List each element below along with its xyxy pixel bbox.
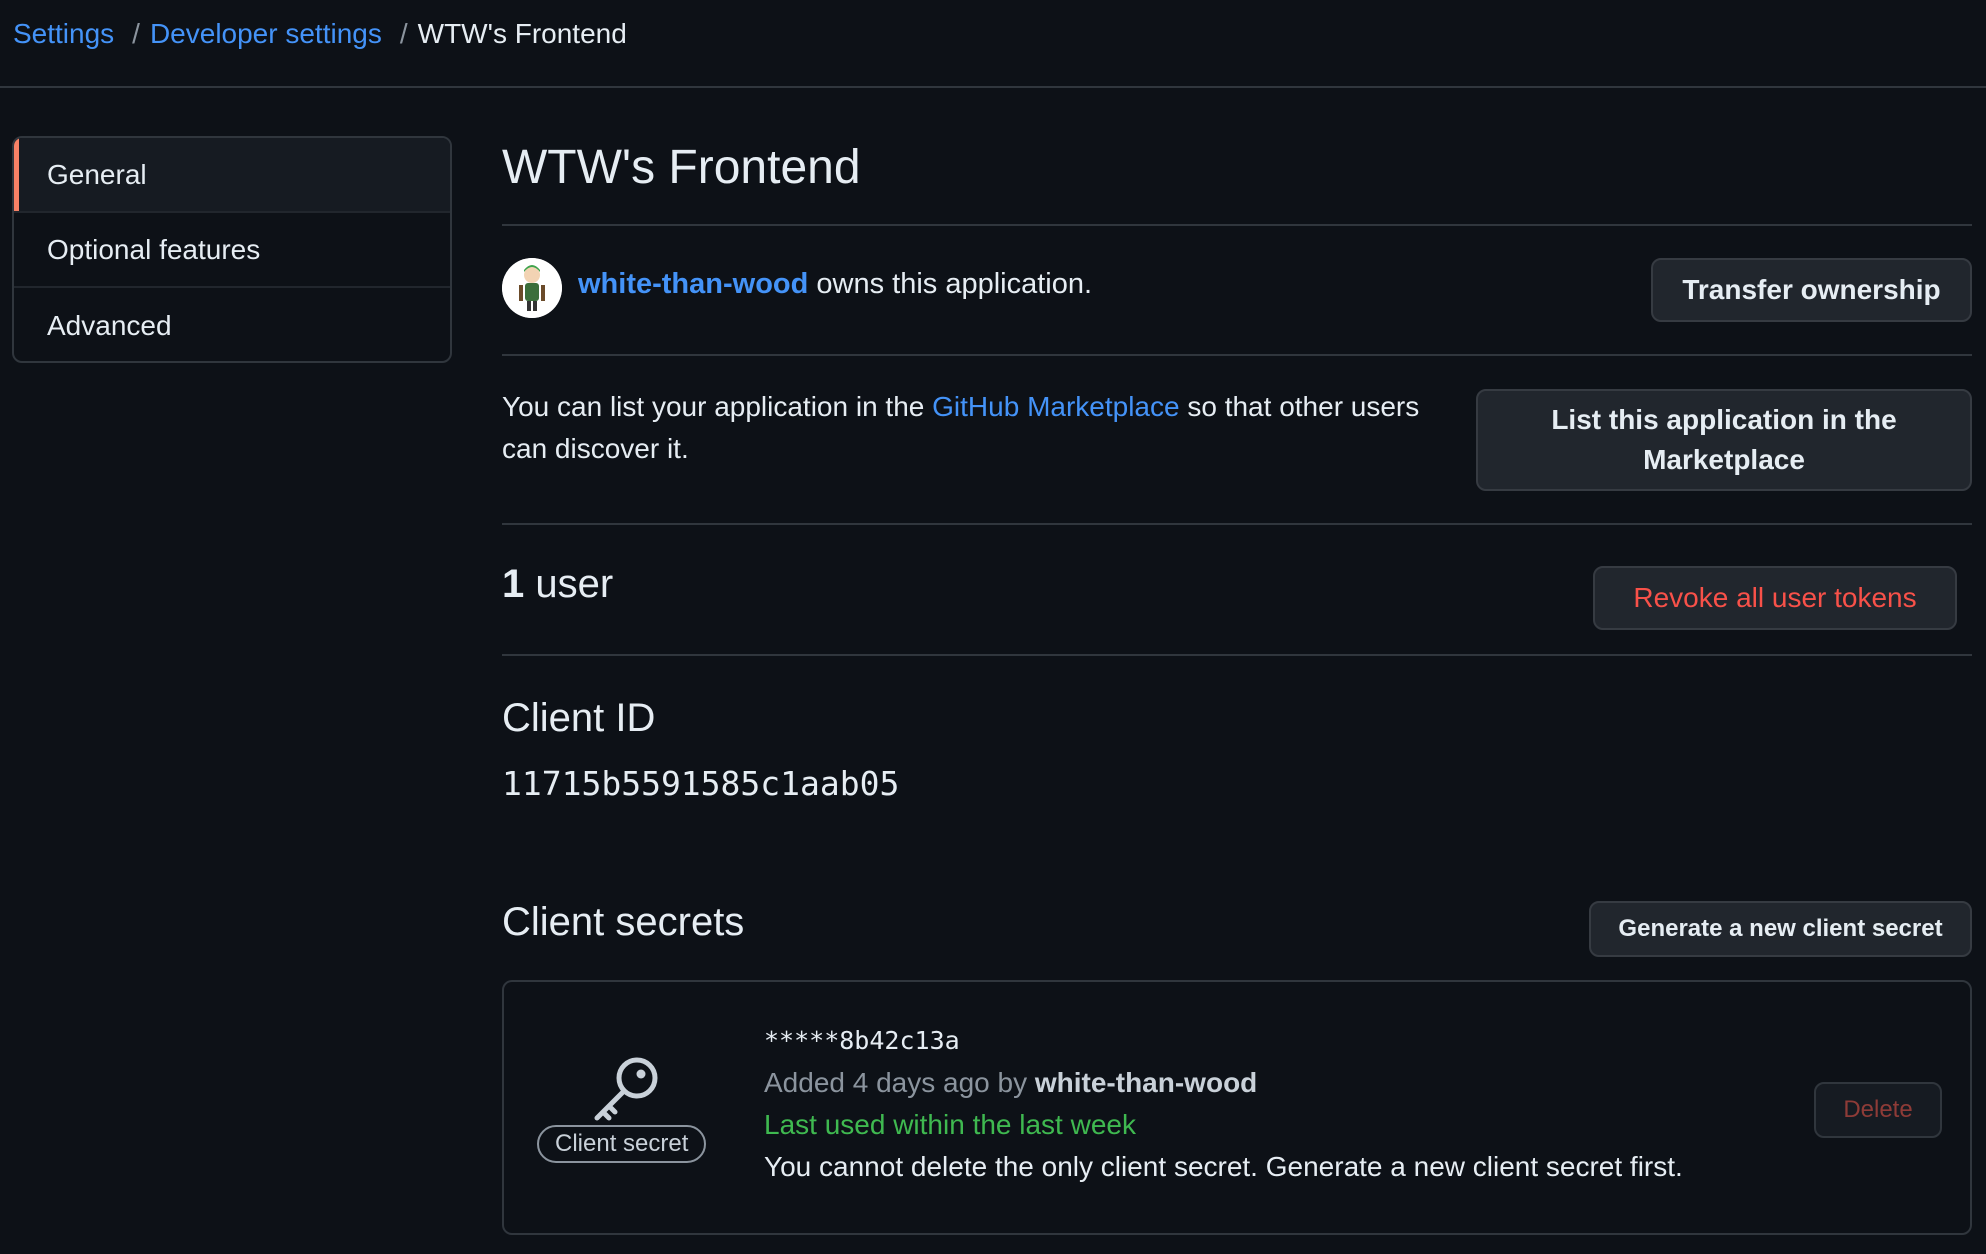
sidebar-item-optional-features[interactable]: Optional features [14,213,450,288]
client-secret-details: *****8b42c13a Added 4 days ago by white-… [764,1020,1683,1188]
breadcrumb-separator: / [399,18,408,49]
client-id-value: 11715b5591585c1aab05 [502,764,900,803]
client-secret-masked-value: *****8b42c13a [764,1026,960,1055]
divider [502,354,1972,356]
client-secret-added: Added 4 days ago by white-than-wood [764,1062,1683,1104]
client-secrets-heading: Client secrets [502,900,745,944]
generate-client-secret-button[interactable]: Generate a new client secret [1589,901,1972,957]
breadcrumb-developer-settings-link[interactable]: Developer settings [150,18,382,50]
client-id-heading: Client ID [502,696,656,740]
sidebar-item-advanced[interactable]: Advanced [14,288,450,361]
owner-link[interactable]: white-than-wood [578,268,808,300]
added-prefix: Added 4 days ago by [764,1067,1035,1098]
divider [502,654,1972,656]
header-divider [0,86,1986,88]
client-secret-warning: You cannot delete the only client secret… [764,1151,1683,1182]
settings-sidebar: General Optional features Advanced [12,136,452,363]
client-secret-card: Client secret *****8b42c13a Added 4 days… [502,980,1972,1235]
client-secret-badge: Client secret [537,1125,707,1163]
owner-suffix: owns this application. [808,268,1093,300]
user-count-label: user [524,562,614,606]
user-count: 1 user [502,562,613,607]
github-marketplace-link[interactable]: GitHub Marketplace [932,391,1179,422]
revoke-all-tokens-button[interactable]: Revoke all user tokens [1593,566,1957,630]
divider [502,523,1972,525]
transfer-ownership-button[interactable]: Transfer ownership [1651,258,1972,322]
list-in-marketplace-button[interactable]: List this application in the Marketplace [1476,389,1972,491]
marketplace-text-before: You can list your application in the [502,391,933,422]
marketplace-text: You can list your application in the Git… [502,386,1472,470]
breadcrumb-current: WTW's Frontend [417,18,627,49]
key-icon [594,1057,658,1121]
client-secret-last-used: Last used within the last week [764,1109,1136,1140]
added-by-user: white-than-wood [1034,1067,1258,1098]
user-count-number: 1 [502,562,525,606]
avatar[interactable] [502,258,562,318]
page-title: WTW's Frontend [502,141,861,194]
breadcrumb-separator: / [132,18,140,49]
sidebar-item-general[interactable]: General [14,138,450,213]
divider [502,224,1972,226]
breadcrumb-settings-link[interactable]: Settings [13,18,114,50]
delete-secret-button[interactable]: Delete [1814,1082,1942,1138]
owner-text: white-than-wood owns this application. [578,268,1092,301]
breadcrumb: Settings / Developer settings / WTW's Fr… [13,14,627,54]
